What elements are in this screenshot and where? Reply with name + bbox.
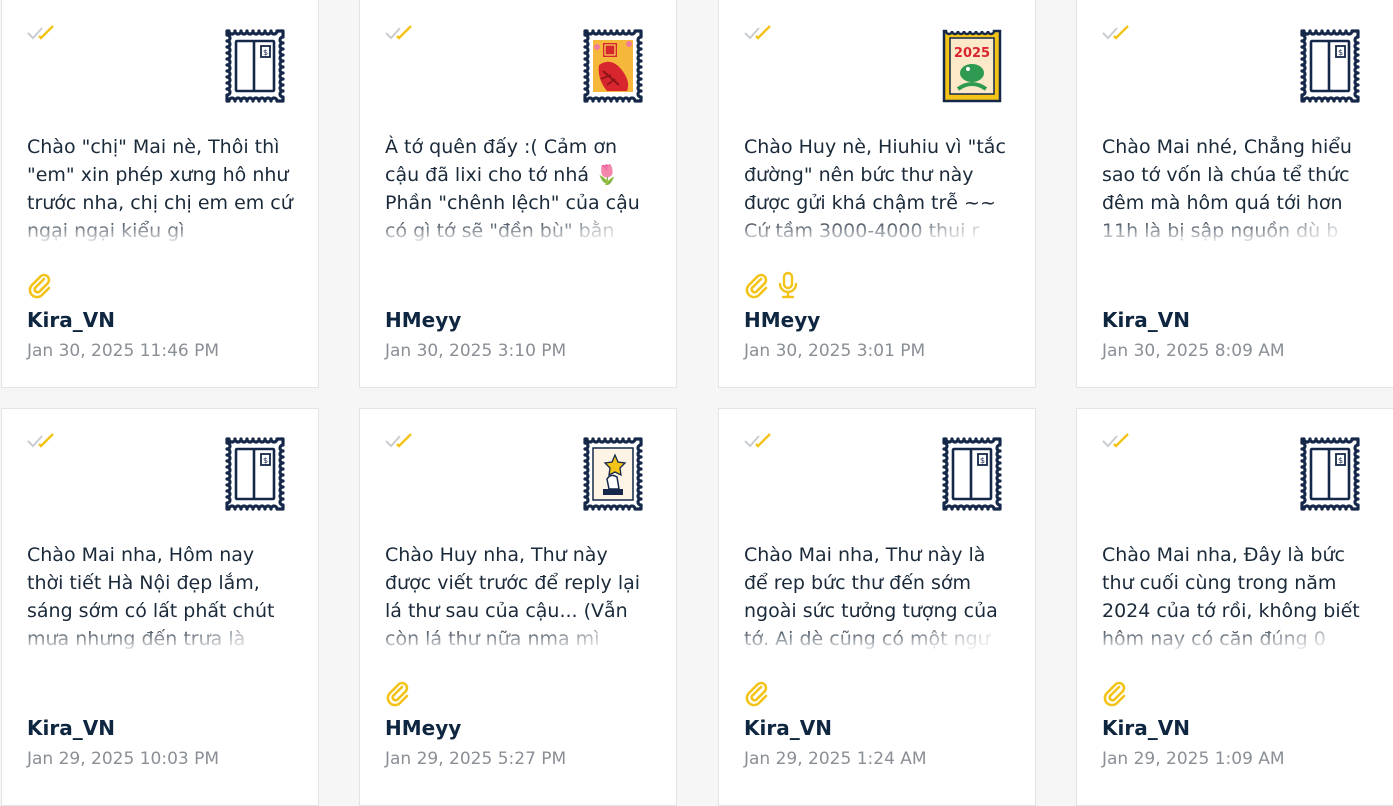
read-receipt-icon — [384, 432, 418, 450]
read-receipt-icon — [26, 24, 60, 42]
letter-card-7[interactable]: Chào Mai nha, Thư này là để rep bức thư … — [718, 408, 1036, 806]
read-receipt-icon — [1101, 24, 1135, 42]
read-receipt-icon — [26, 432, 60, 450]
attachment-icon — [745, 681, 768, 707]
attachment-icon — [1103, 681, 1126, 707]
plain-stamp-icon — [1298, 27, 1362, 105]
letter-date: Jan 30, 2025 8:09 AM — [1102, 341, 1285, 361]
letter-author: Kira_VN — [1102, 308, 1190, 332]
microphone-icon — [778, 271, 798, 299]
letter-author: HMeyy — [385, 308, 462, 332]
letter-author: Kira_VN — [744, 716, 832, 740]
plain-stamp-icon — [223, 435, 287, 513]
letter-card-4[interactable]: Chào Mai nhé, Chẳng hiểu sao tớ vốn là c… — [1076, 0, 1393, 388]
letter-attachments — [1101, 679, 1127, 709]
plain-stamp-icon — [223, 27, 287, 105]
letter-attachments — [743, 679, 769, 709]
letter-date: Jan 29, 2025 10:03 PM — [27, 749, 220, 769]
read-receipt-icon — [384, 24, 418, 42]
attachment-icon — [386, 681, 409, 707]
dragon-2025-stamp-icon — [940, 27, 1004, 105]
letter-attachments — [26, 271, 52, 301]
read-receipt-icon — [743, 24, 777, 42]
letter-date: Jan 29, 2025 1:09 AM — [1102, 749, 1285, 769]
letter-attachments — [743, 271, 801, 301]
letter-card-8[interactable]: Chào Mai nha, Đây là bức thư cuối cùng t… — [1076, 408, 1393, 806]
letter-card-5[interactable]: Chào Mai nha, Hôm nay thời tiết Hà Nội đ… — [1, 408, 319, 806]
attachment-icon — [745, 273, 768, 299]
letter-author: Kira_VN — [27, 308, 115, 332]
plain-stamp-icon — [1298, 435, 1362, 513]
letter-author: Kira_VN — [27, 716, 115, 740]
letter-card-2[interactable]: À tớ quên đấy :( Cảm ơn cậu đã lixi cho … — [359, 0, 677, 388]
letter-date: Jan 29, 2025 1:24 AM — [744, 749, 927, 769]
read-receipt-icon — [743, 432, 777, 450]
letter-card-3[interactable]: Chào Huy nè, Hiuhiu vì "tắc đường" nên b… — [718, 0, 1036, 388]
letter-card-6[interactable]: Chào Huy nha, Thư này được viết trước để… — [359, 408, 677, 806]
plain-stamp-icon — [940, 435, 1004, 513]
letter-author: HMeyy — [744, 308, 821, 332]
letter-attachments — [384, 679, 410, 709]
letter-date: Jan 30, 2025 11:46 PM — [27, 341, 220, 361]
read-receipt-icon — [1101, 432, 1135, 450]
letter-date: Jan 29, 2025 5:27 PM — [385, 749, 567, 769]
attachment-icon — [28, 273, 51, 299]
letter-card-1[interactable]: Chào "chị" Mai nè, Thôi thì "em" xin phé… — [1, 0, 319, 388]
letter-author: HMeyy — [385, 716, 462, 740]
letter-date: Jan 30, 2025 3:10 PM — [385, 341, 567, 361]
star-hand-stamp-icon — [581, 435, 645, 513]
letter-author: Kira_VN — [1102, 716, 1190, 740]
red-envelope-stamp-icon — [581, 27, 645, 105]
letter-date: Jan 30, 2025 3:01 PM — [744, 341, 926, 361]
